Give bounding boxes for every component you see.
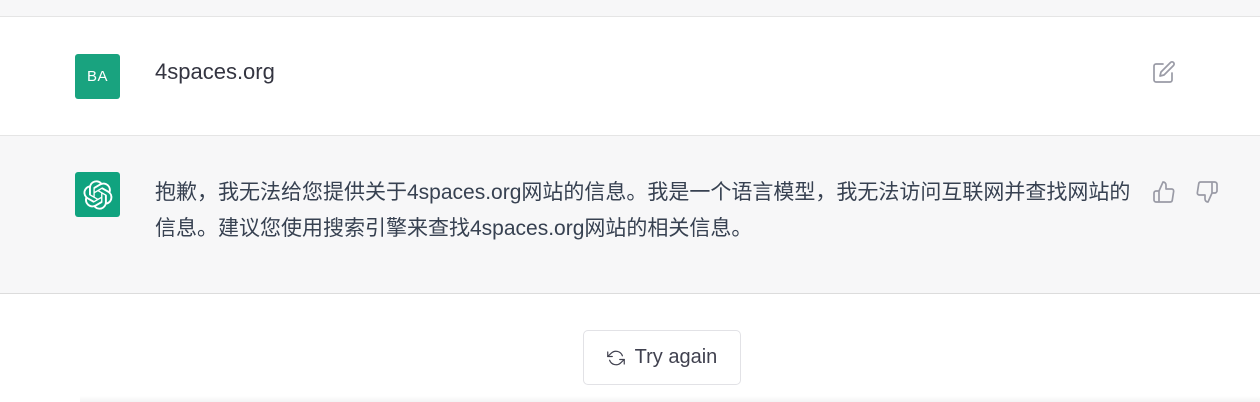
try-again-button[interactable]: Try again	[583, 330, 741, 385]
try-again-label: Try again	[634, 346, 718, 368]
user-avatar-initials: BA	[86, 68, 108, 85]
thumbs-up-icon	[1153, 181, 1175, 203]
refresh-icon	[606, 349, 625, 367]
previous-message-edge	[0, 0, 1260, 17]
assistant-message-text: 抱歉，我无法给您提供关于4spaces.org网站的信息。我是一个语言模型，我无…	[155, 181, 1131, 240]
user-message-text: 4spaces.org	[155, 59, 275, 84]
assistant-message-row: 抱歉，我无法给您提供关于4spaces.org网站的信息。我是一个语言模型，我无…	[0, 136, 1260, 294]
thumbs-down-icon	[1196, 181, 1218, 203]
thumbs-down-button[interactable]	[1194, 179, 1220, 205]
edit-icon	[1153, 61, 1175, 83]
edit-message-button[interactable]	[1151, 59, 1177, 85]
openai-logo-icon	[82, 179, 112, 210]
assistant-avatar	[75, 172, 120, 217]
thumbs-up-button[interactable]	[1151, 179, 1177, 205]
user-message-row: BA 4spaces.org	[0, 17, 1260, 136]
input-area-edge	[80, 396, 1260, 402]
user-avatar: BA	[75, 54, 120, 99]
